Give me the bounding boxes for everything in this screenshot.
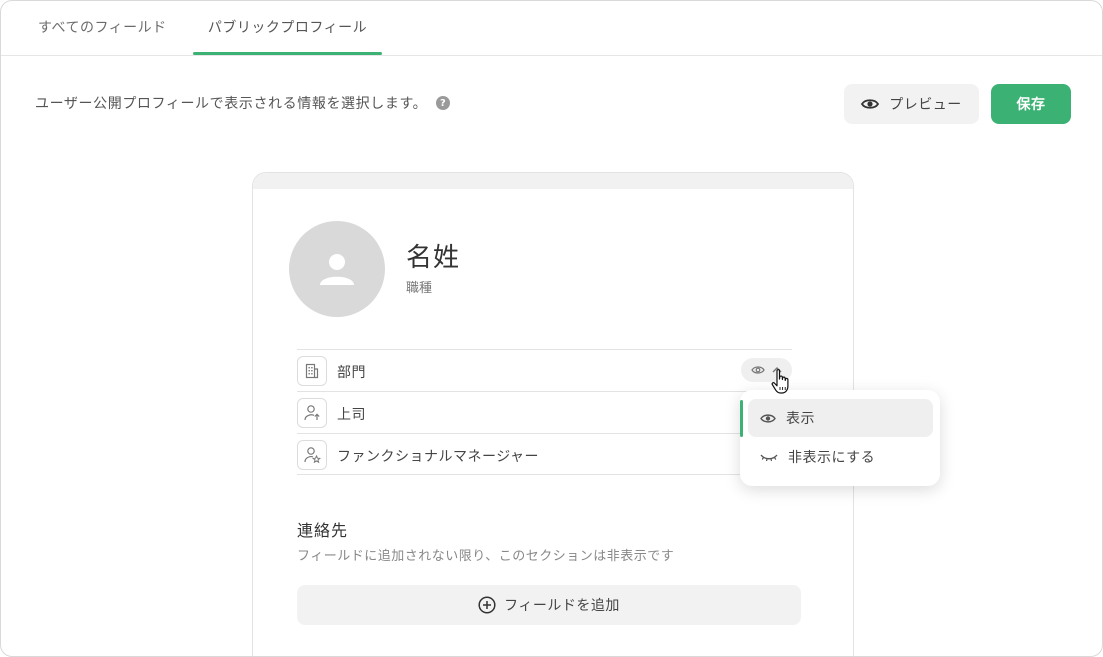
tab-bar: すべてのフィールド パブリックプロフィール: [1, 1, 1102, 56]
field-icon-box: [297, 440, 327, 470]
visibility-dropdown: 表示 非表示にする: [740, 390, 940, 486]
option-label: 表示: [786, 411, 815, 427]
description-text: ユーザー公開プロフィールで表示される情報を選択します。: [35, 96, 428, 112]
field-row-functional-manager: ファンクショナルマネージャー: [297, 433, 792, 475]
building-icon: [305, 363, 319, 379]
app-window: すべてのフィールド パブリックプロフィール ユーザー公開プロフィールで表示される…: [0, 0, 1103, 657]
tab-all-fields[interactable]: すべてのフィールド: [38, 1, 174, 56]
card-banner: [253, 173, 853, 189]
field-label: ファンクショナルマネージャー: [337, 449, 540, 465]
field-icon-box: [297, 398, 327, 428]
option-show[interactable]: 表示: [748, 399, 933, 437]
eye-closed-icon: [760, 454, 778, 462]
hand-pointer-icon: [771, 369, 789, 394]
tab-public-profile[interactable]: パブリックプロフィール: [193, 1, 382, 56]
eye-icon: [751, 366, 765, 374]
question-circle-icon[interactable]: ?: [436, 96, 451, 110]
active-tab-indicator: [193, 52, 382, 55]
add-field-button[interactable]: フィールドを追加: [297, 585, 801, 625]
preview-button[interactable]: プレビュー: [844, 84, 979, 124]
add-field-label: フィールドを追加: [504, 598, 620, 614]
save-button[interactable]: 保存: [991, 84, 1071, 124]
user-star-icon: [304, 447, 321, 464]
option-hide[interactable]: 非表示にする: [748, 438, 933, 476]
page-description: ユーザー公開プロフィールで表示される情報を選択します。 ?: [35, 93, 451, 113]
contacts-title: 連絡先: [297, 521, 349, 540]
eye-icon: [760, 413, 776, 423]
field-label: 部門: [337, 365, 366, 381]
user-icon: [320, 254, 354, 285]
eye-icon: [861, 99, 880, 109]
contacts-subtitle: フィールドに追加されない限り、このセクションは非表示です: [297, 549, 675, 564]
selected-indicator: [740, 400, 743, 437]
field-label: 上司: [337, 407, 366, 423]
user-up-icon: [304, 405, 320, 421]
preview-label: プレビュー: [889, 97, 962, 113]
avatar: [289, 221, 385, 317]
field-icon-box: [297, 356, 327, 386]
option-label: 非表示にする: [788, 450, 876, 466]
field-row-department: 部門: [297, 349, 792, 391]
field-row-manager: 上司: [297, 391, 792, 433]
profile-job-title: 職種: [406, 281, 433, 296]
profile-name: 名姓: [406, 243, 461, 273]
plus-circle-icon: [478, 596, 496, 614]
